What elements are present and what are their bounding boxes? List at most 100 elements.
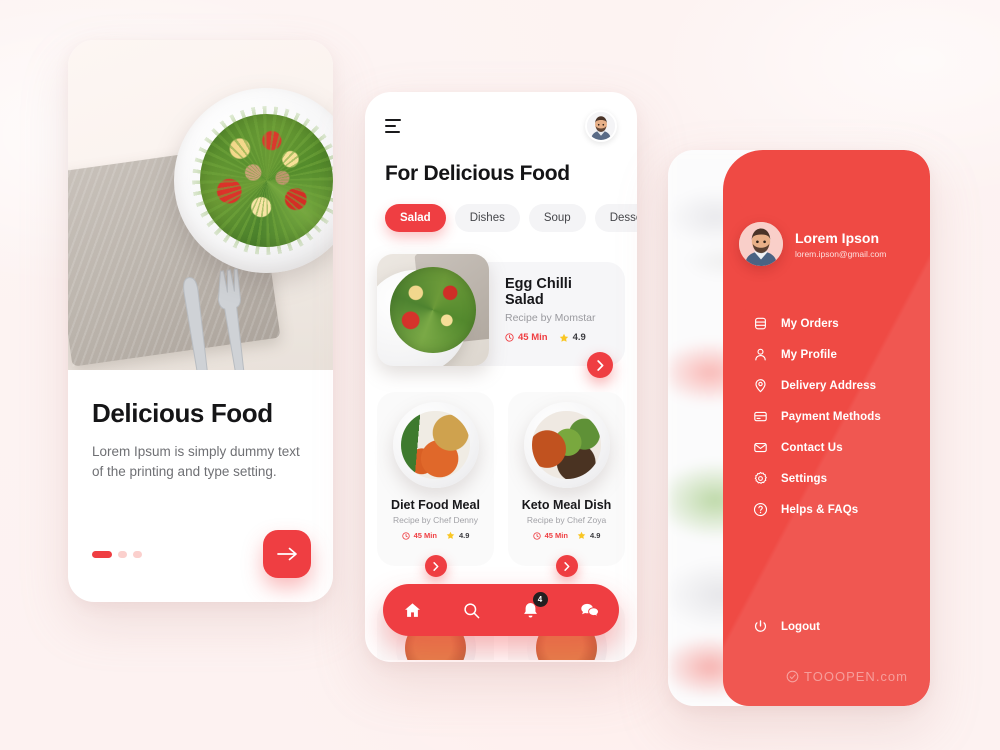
nav-search-button[interactable] [452,590,492,630]
chip-dishes[interactable]: Dishes [454,204,520,232]
pagination-dots[interactable] [92,550,142,558]
drawer-user-block[interactable]: Lorem Ipson lorem.ipson@gmail.com [739,222,886,266]
drawer-screen: Lorem Ipson lorem.ipson@gmail.com My Ord… [668,150,930,706]
drawer-item-label: My Profile [781,348,837,361]
drawer-item-my-profile[interactable]: My Profile [753,339,916,370]
drawer-item-label: Delivery Address [781,379,877,392]
person-icon [755,348,766,361]
pagination-dot-1[interactable] [92,550,112,558]
drawer-item-payment-methods[interactable]: Payment Methods [753,401,916,432]
gear-icon [754,471,767,484]
nav-notifications-button[interactable]: 4 [511,590,551,630]
power-icon [754,620,767,632]
keto-food-photo [532,410,601,480]
recipe-time-label: 45 Min [413,531,437,540]
featured-time-label: 45 Min [518,332,548,343]
recipe-title: Keto Meal Dish [521,498,612,512]
star-icon [577,531,586,539]
cutlery-icon [183,268,246,370]
envelope-icon [754,443,767,453]
drawer-item-label: Helps & FAQs [781,503,859,516]
avatar[interactable] [585,110,617,142]
featured-food [390,267,476,353]
featured-author: Recipe by Momstar [505,312,596,324]
chip-salad[interactable]: Salad [385,204,446,232]
drawer-item-my-orders[interactable]: My Orders [753,308,916,339]
recipe-rating: 4.9 [446,531,469,540]
question-circle-icon [753,502,768,517]
clock-icon [401,531,410,540]
featured-rating-label: 4.9 [572,332,586,343]
featured-time: 45 Min [505,332,548,343]
chip-soup[interactable]: Soup [528,204,586,232]
clock-icon [505,333,514,342]
drawer-user-email: lorem.ipson@gmail.com [795,248,887,259]
arrow-right-icon [276,547,297,561]
drawer-avatar[interactable] [739,222,783,266]
chevron-right-icon [432,561,438,571]
home-icon [405,602,420,617]
featured-rating: 4.9 [559,332,586,343]
drawer-item-helps-faqs[interactable]: Helps & FAQs [753,494,916,525]
watermark-text: TOOOPEN.com [804,669,908,684]
recipe-rating: 4.9 [577,531,600,540]
logout-button[interactable]: Logout [753,619,820,634]
recipe-author: Recipe by Chef Zoya [526,515,607,525]
featured-title: Egg Chilli Salad [505,276,572,308]
drawer-item-delivery-address[interactable]: Delivery Address [753,370,916,401]
recipe-go-button[interactable] [424,555,447,577]
drawer-menu: My Orders My Profile Delivery Address Pa… [753,308,916,525]
star-icon [446,531,455,539]
pagination-dot-3[interactable] [133,550,142,558]
featured-recipe-card[interactable]: Egg Chilli Salad Recipe by Momstar 45 Mi… [377,254,625,378]
star-icon [559,333,568,342]
clock-icon [532,531,541,540]
diet-food-photo [401,410,470,480]
recipe-image-diet [392,402,479,488]
recipe-image-keto [523,402,610,488]
recipe-author: Recipe by Chef Denny [392,515,479,525]
featured-go-button[interactable] [587,352,613,378]
featured-image [377,254,489,366]
category-chips: Salad Dishes Soup Dessert [385,204,637,232]
recipe-time-label: 45 Min [544,531,568,540]
credit-card-icon [754,411,767,422]
nav-messages-button[interactable] [570,590,610,630]
next-button[interactable] [263,530,311,578]
salad-food [199,113,333,248]
chat-icon [580,603,599,617]
notification-badge: 4 [532,592,548,607]
watermark-logo-icon [786,670,799,683]
home-heading: For Delicious Food [385,162,570,185]
home-screen: For Delicious Food Salad Dishes Soup Des… [365,92,637,662]
recipe-card-keto[interactable]: Keto Meal Dish Recipe by Chef Zoya 45 Mi… [508,392,625,577]
hamburger-line-3 [385,131,400,133]
nav-home-button[interactable] [393,590,433,630]
avatar-illustration [587,112,615,140]
recipe-grid: Diet Food Meal Recipe by Chef Denny 45 M… [377,392,625,577]
recipe-title: Diet Food Meal [391,498,480,512]
recipe-go-button[interactable] [555,555,578,577]
recipe-time: 45 Min [532,531,568,540]
hamburger-line-2 [385,125,396,127]
recipe-card-diet[interactable]: Diet Food Meal Recipe by Chef Denny 45 M… [377,392,494,577]
logout-label: Logout [781,620,820,633]
pagination-dot-2[interactable] [118,550,127,558]
location-pin-icon [755,379,766,393]
drawer-avatar-illustration [739,222,783,266]
search-icon [464,602,480,618]
hero-image [68,40,333,370]
recipe-rating-label: 4.9 [458,531,470,540]
drawer-item-label: My Orders [781,317,839,330]
chip-dessert[interactable]: Dessert [594,204,637,232]
drawer-item-settings[interactable]: Settings [753,463,916,494]
hamburger-icon[interactable] [385,119,401,133]
drawer-item-contact-us[interactable]: Contact Us [753,432,916,463]
drawer-item-label: Settings [781,472,828,485]
side-drawer: Lorem Ipson lorem.ipson@gmail.com My Ord… [723,150,930,706]
drawer-item-label: Contact Us [781,441,843,454]
chevron-right-icon [596,359,603,371]
salad-plate [174,88,333,273]
recipe-time: 45 Min [401,531,437,540]
drawer-item-label: Payment Methods [781,410,881,423]
